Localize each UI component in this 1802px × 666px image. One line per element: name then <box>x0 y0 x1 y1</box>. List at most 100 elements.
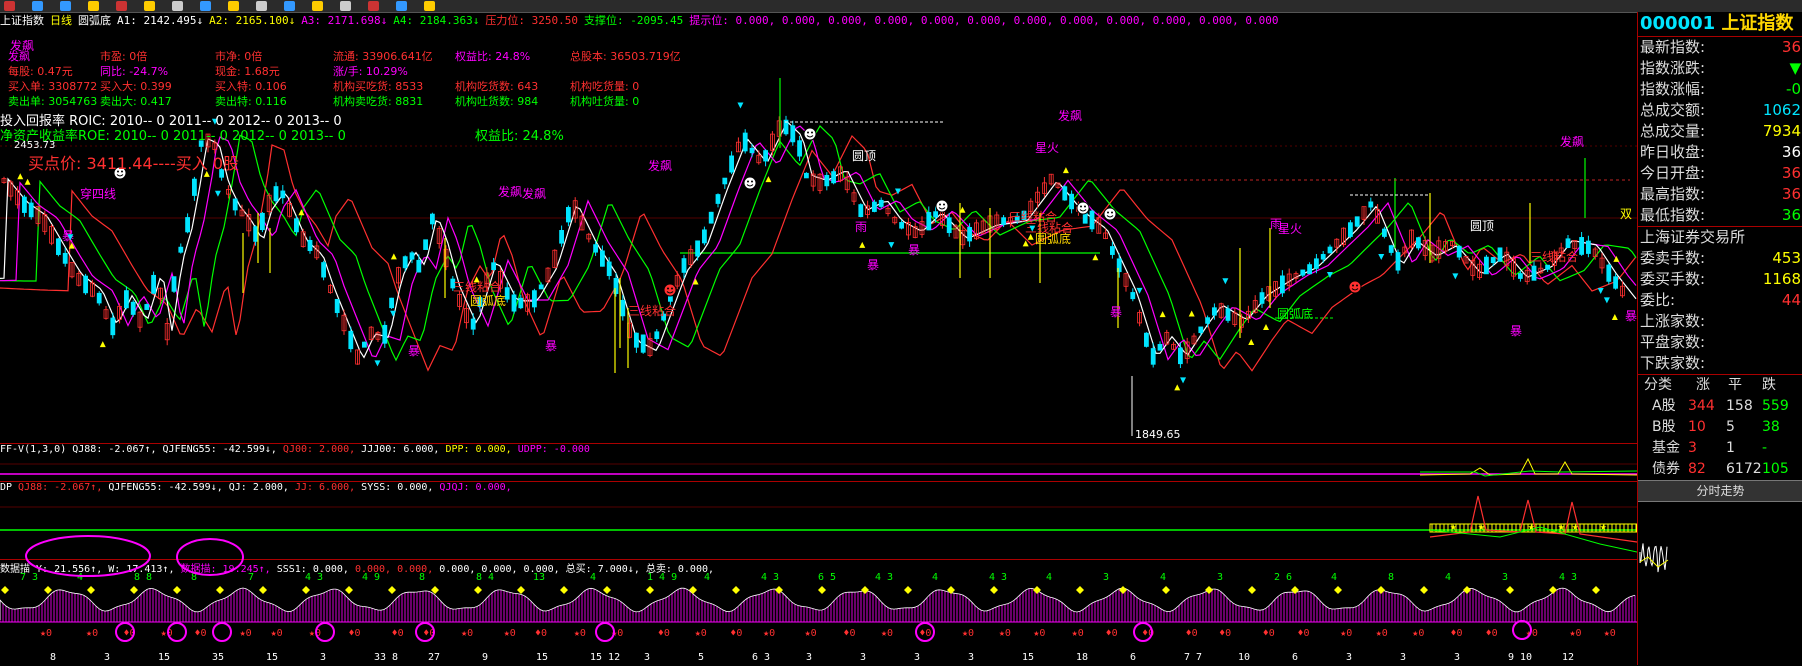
signal-marker-icon: ★0 <box>271 628 283 639</box>
candle <box>232 198 238 211</box>
signal-number: 3 <box>644 652 650 663</box>
candle <box>831 171 836 184</box>
back-icon[interactable] <box>32 1 43 11</box>
line-icon[interactable] <box>368 1 379 11</box>
star-icon: ★ <box>1478 520 1485 533</box>
signal-number: 15 <box>266 652 278 663</box>
candle <box>178 246 184 253</box>
book-icon[interactable] <box>340 1 351 11</box>
signal-number: 5 <box>698 652 704 663</box>
candle <box>1150 348 1156 365</box>
pattern-annotation: 暴 <box>545 339 557 353</box>
candle <box>538 284 544 290</box>
pattern-annotation: 三线粘合 <box>1530 249 1578 264</box>
candle <box>620 299 626 317</box>
intraday-trend-tab[interactable]: 分时走势 <box>1638 480 1802 502</box>
signal-arrow-icon <box>214 190 221 197</box>
menu-icon[interactable] <box>4 1 15 11</box>
pattern-annotation: 雨 <box>1270 217 1282 231</box>
star-icon: ★ <box>1558 520 1565 533</box>
candle <box>634 332 639 348</box>
signal-marker-icon: ♦0 <box>1450 628 1462 639</box>
zoom-icon[interactable] <box>228 1 239 11</box>
signal-marker-icon: ★0 <box>1072 628 1084 639</box>
signal-number: 15 <box>536 652 548 663</box>
signal-marker-icon: ★0 <box>461 628 473 639</box>
signal-marker-icon: ♦0 <box>1186 628 1198 639</box>
diamond-icon <box>603 586 611 594</box>
candle <box>124 290 129 309</box>
pattern-annotation: 雨 <box>855 220 867 234</box>
diamond-icon <box>1420 586 1428 594</box>
candle <box>681 258 687 273</box>
fund-stat: 现金: 1.68元 <box>215 65 280 78</box>
candle <box>96 292 102 304</box>
candle <box>1579 237 1584 255</box>
signal-arrow-icon <box>1597 288 1604 295</box>
smiley-icon <box>803 127 817 141</box>
pattern-annotation: 三线粘合 <box>628 303 676 318</box>
candle <box>253 226 259 242</box>
candle <box>518 297 524 309</box>
bar-icon[interactable] <box>396 1 407 11</box>
tile-icon[interactable] <box>200 1 211 11</box>
smiley-icon <box>663 283 677 297</box>
signal-number: 3 <box>860 652 866 663</box>
candle <box>191 178 197 196</box>
star-icon: ★ <box>1450 520 1457 533</box>
arrow-icon[interactable] <box>312 1 323 11</box>
quote-title: 000001 上证指数 <box>1638 12 1802 36</box>
pattern-annotation: 发飙 <box>1058 108 1082 123</box>
candle <box>1110 246 1115 255</box>
category-row: 基金 3 1- <box>1652 440 1768 456</box>
diamond-icon <box>302 586 310 594</box>
crosshair-icon[interactable] <box>88 1 99 11</box>
print-icon[interactable] <box>256 1 267 11</box>
signal-marker-icon: ★0 <box>805 628 817 639</box>
sub-chart-1[interactable]: FF-V(1,3,0) QJ88: -2.067↑, QJFENG55: -42.5… <box>0 443 1637 482</box>
signal-marker-icon: ★0 <box>881 628 893 639</box>
candle <box>1613 276 1618 289</box>
quote-row: 总成交量: 7934 <box>1640 122 1801 140</box>
signal-marker-icon: ★0 <box>962 628 974 639</box>
fund-stat: 总股本: 36503.719亿 <box>570 50 681 63</box>
candle <box>321 262 327 278</box>
info-item: 圆弧底 <box>78 14 111 27</box>
highlight-circle <box>212 622 232 642</box>
candle <box>423 239 429 250</box>
save-icon[interactable] <box>284 1 295 11</box>
signal-number: 8 <box>1388 572 1394 583</box>
forward-icon[interactable] <box>60 1 71 11</box>
pattern-annotation: 穿四线 <box>80 186 116 201</box>
indicator-info-bar: 上证指数 日线 圆弧底 A1: 2142.495↓ A2: 2165.100↓ A3: 2… <box>0 12 1637 28</box>
help-icon[interactable] <box>424 1 435 11</box>
signal-number: 13 <box>533 572 545 583</box>
candle <box>1327 246 1333 254</box>
category-row: 债券 82 6172 105 <box>1652 461 1789 477</box>
candle <box>1001 217 1006 225</box>
window-icon[interactable] <box>172 1 183 11</box>
draw-icon[interactable] <box>116 1 127 11</box>
category-header-cell: 分类 <box>1644 377 1672 393</box>
pattern-annotation: 发飙 <box>1560 134 1584 149</box>
fund-stat: 买入单: 3308772 <box>8 80 98 93</box>
candle <box>1395 252 1401 271</box>
fundamentals-buypoint: 买点价: 3411.44----买入 0股 <box>28 154 240 173</box>
sub-chart-2[interactable]: DP QJ88: -2.067↑, QJFENG55: -42.599↓, QJ: 2… <box>0 481 1637 560</box>
candle <box>402 256 408 269</box>
signal-number: 4 3 <box>989 572 1007 583</box>
signal-number: 7 3 <box>20 572 38 583</box>
candle <box>28 202 34 218</box>
diamond-icon <box>173 586 181 594</box>
fund-stat: 涨/手: 10.29% <box>333 65 408 78</box>
quote-row: 最新指数: 36 <box>1640 38 1801 56</box>
candle <box>742 132 748 152</box>
signal-number: 3 <box>1502 572 1508 583</box>
signal-arrow-icon <box>99 341 106 348</box>
chart-icon[interactable] <box>144 1 155 11</box>
fund-stat: 同比: -24.7% <box>100 65 169 78</box>
candle <box>1586 240 1591 254</box>
quote-panel: 000001 上证指数 最新指数: 36 指数涨跌: ▼ 指数涨幅: -0 总成交额: 106… <box>1637 12 1802 665</box>
candle <box>797 140 802 157</box>
sub-chart-3[interactable]: 数据描 Y: 21.556↑, W: 17.413↑, 数据描: 19.245↑, S… <box>0 535 1637 666</box>
